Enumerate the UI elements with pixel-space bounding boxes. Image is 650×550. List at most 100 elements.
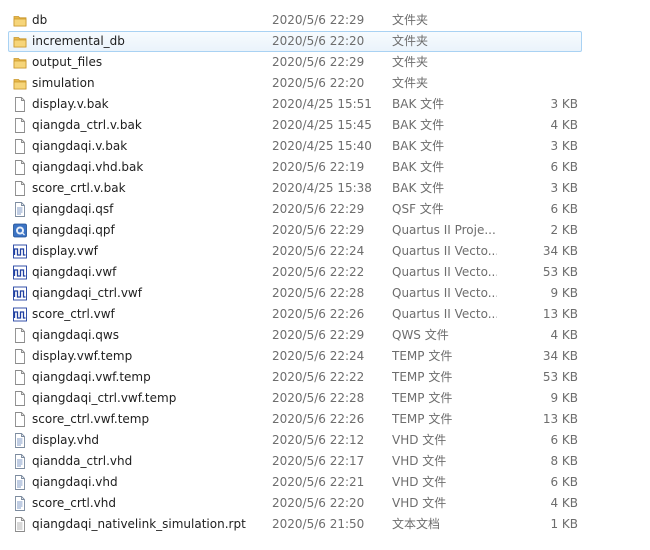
file-row[interactable]: score_crtl.v.bak 2020/4/25 15:38 BAK 文件 3 K…	[8, 178, 582, 199]
folder-icon	[13, 76, 27, 91]
text-file-icon	[13, 433, 27, 448]
file-date-modified: 2020/5/6 22:28	[272, 286, 365, 300]
file-row[interactable]: output_files 2020/5/6 22:29 文件夹	[8, 52, 582, 73]
file-icon	[13, 118, 27, 133]
file-name: output_files	[32, 55, 103, 69]
text-file-icon	[13, 202, 27, 217]
file-date-modified: 2020/5/6 22:26	[272, 412, 365, 426]
text-document-icon	[13, 517, 27, 532]
file-name: qiangdaqi.qpf	[32, 223, 115, 237]
waveform-icon	[13, 265, 27, 280]
file-row[interactable]: qiangdaqi.v.bak 2020/4/25 15:40 BAK 文件 3 KB	[8, 136, 582, 157]
file-size: 6 KB	[550, 475, 578, 489]
file-row[interactable]: display.vwf 2020/5/6 22:24 Quartus II Vect…	[8, 241, 582, 262]
file-name: score_crtl.vhd	[32, 496, 116, 510]
file-type: BAK 文件	[392, 139, 445, 153]
file-date-modified: 2020/4/25 15:51	[272, 97, 372, 111]
file-size: 13 KB	[542, 307, 578, 321]
file-row[interactable]: qiangdaqi_ctrl.vwf 2020/5/6 22:28 Quartus …	[8, 283, 582, 304]
file-date-modified: 2020/5/6 22:21	[272, 475, 365, 489]
file-date-modified: 2020/4/25 15:40	[272, 139, 372, 153]
file-row[interactable]: qiangdaqi.vwf.temp 2020/5/6 22:22 TEMP 文件 5…	[8, 367, 582, 388]
file-type: QWS 文件	[392, 328, 449, 342]
file-type: VHD 文件	[392, 454, 447, 468]
file-row[interactable]: score_ctrl.vwf 2020/5/6 22:26 Quartus II V…	[8, 304, 582, 325]
folder-icon	[13, 34, 27, 49]
file-name: qiangdaqi.vhd	[32, 475, 118, 489]
file-size: 6 KB	[550, 202, 578, 216]
file-size: 34 KB	[542, 349, 578, 363]
file-row[interactable]: qiangdaqi.qsf 2020/5/6 22:29 QSF 文件 6 KB	[8, 199, 582, 220]
file-name: score_ctrl.vwf	[32, 307, 115, 321]
file-name: display.vhd	[32, 433, 100, 447]
file-type: TEMP 文件	[392, 391, 453, 405]
file-type: 文本文档	[392, 517, 441, 531]
file-row[interactable]: qiangdaqi.qpf 2020/5/6 22:29 Quartus II Pr…	[8, 220, 582, 241]
file-icon	[13, 349, 27, 364]
file-name: qiangdaqi_ctrl.vwf.temp	[32, 391, 177, 405]
file-icon	[13, 328, 27, 343]
file-row[interactable]: qiangdaqi.vhd 2020/5/6 22:21 VHD 文件 6 KB	[8, 472, 582, 493]
file-date-modified: 2020/5/6 22:28	[272, 391, 365, 405]
file-row[interactable]: qiangda_ctrl.v.bak 2020/4/25 15:45 BAK 文件 4…	[8, 115, 582, 136]
file-date-modified: 2020/5/6 22:22	[272, 265, 365, 279]
file-row[interactable]: db 2020/5/6 22:29 文件夹	[8, 10, 582, 31]
file-row[interactable]: qiangdaqi.vwf 2020/5/6 22:22 Quartus II Ve…	[8, 262, 582, 283]
file-size: 13 KB	[542, 412, 578, 426]
file-icon	[13, 370, 27, 385]
file-date-modified: 2020/5/6 22:29	[272, 55, 365, 69]
file-date-modified: 2020/5/6 22:20	[272, 496, 365, 510]
file-date-modified: 2020/5/6 22:26	[272, 307, 365, 321]
file-name: score_ctrl.vwf.temp	[32, 412, 150, 426]
file-date-modified: 2020/5/6 22:19	[272, 160, 365, 174]
file-icon	[13, 391, 27, 406]
file-name: qiangdaqi.v.bak	[32, 139, 128, 153]
file-icon	[13, 412, 27, 427]
file-icon	[13, 97, 27, 112]
file-size: 2 KB	[550, 223, 578, 237]
file-row[interactable]: qiangdaqi_ctrl.vwf.temp 2020/5/6 22:28 TEM…	[8, 388, 582, 409]
file-row[interactable]: score_crtl.vhd 2020/5/6 22:20 VHD 文件 4 KB	[8, 493, 582, 514]
file-type: 文件夹	[392, 55, 429, 69]
file-date-modified: 2020/5/6 22:24	[272, 244, 365, 258]
file-date-modified: 2020/5/6 22:12	[272, 433, 365, 447]
file-name: db	[32, 13, 48, 27]
file-name: qiangdaqi_nativelink_simulation.rpt	[32, 517, 246, 531]
text-file-icon	[13, 454, 27, 469]
file-row[interactable]: display.vwf.temp 2020/5/6 22:24 TEMP 文件 34 …	[8, 346, 582, 367]
file-size: 6 KB	[550, 160, 578, 174]
file-type: TEMP 文件	[392, 349, 453, 363]
folder-icon	[13, 13, 27, 28]
file-type: BAK 文件	[392, 118, 445, 132]
file-row[interactable]: qiangdaqi.vhd.bak 2020/5/6 22:19 BAK 文件 6 K…	[8, 157, 582, 178]
file-name: qiangdaqi.vwf	[32, 265, 117, 279]
file-name: qiangda_ctrl.v.bak	[32, 118, 142, 132]
file-row[interactable]: qiangdaqi_nativelink_simulation.rpt 2020/…	[8, 514, 582, 535]
file-row[interactable]: qiandda_ctrl.vhd 2020/5/6 22:17 VHD 文件 8 KB	[8, 451, 582, 472]
file-name: score_crtl.v.bak	[32, 181, 126, 195]
file-type: VHD 文件	[392, 496, 447, 510]
file-name: qiangdaqi.qsf	[32, 202, 114, 216]
file-size: 1 KB	[550, 517, 578, 531]
text-file-icon	[13, 496, 27, 511]
file-name: simulation	[32, 76, 95, 90]
file-row[interactable]: score_ctrl.vwf.temp 2020/5/6 22:26 TEMP 文件…	[8, 409, 582, 430]
file-size: 6 KB	[550, 433, 578, 447]
file-row[interactable]: qiangdaqi.qws 2020/5/6 22:29 QWS 文件 4 KB	[8, 325, 582, 346]
file-type: 文件夹	[392, 13, 429, 27]
file-row[interactable]: incremental_db 2020/5/6 22:20 文件夹	[8, 31, 582, 52]
quartus-project-icon	[13, 223, 27, 238]
file-size: 4 KB	[550, 118, 578, 132]
file-size: 9 KB	[550, 286, 578, 300]
file-row[interactable]: display.vhd 2020/5/6 22:12 VHD 文件 6 KB	[8, 430, 582, 451]
file-type: BAK 文件	[392, 97, 445, 111]
waveform-icon	[13, 244, 27, 259]
file-row[interactable]: display.v.bak 2020/4/25 15:51 BAK 文件 3 KB	[8, 94, 582, 115]
file-name: display.v.bak	[32, 97, 109, 111]
file-size: 53 KB	[542, 370, 578, 384]
file-name: qiangdaqi.vhd.bak	[32, 160, 144, 174]
file-size: 3 KB	[550, 181, 578, 195]
file-size: 34 KB	[542, 244, 578, 258]
file-date-modified: 2020/4/25 15:45	[272, 118, 372, 132]
file-row[interactable]: simulation 2020/5/6 22:20 文件夹	[8, 73, 582, 94]
